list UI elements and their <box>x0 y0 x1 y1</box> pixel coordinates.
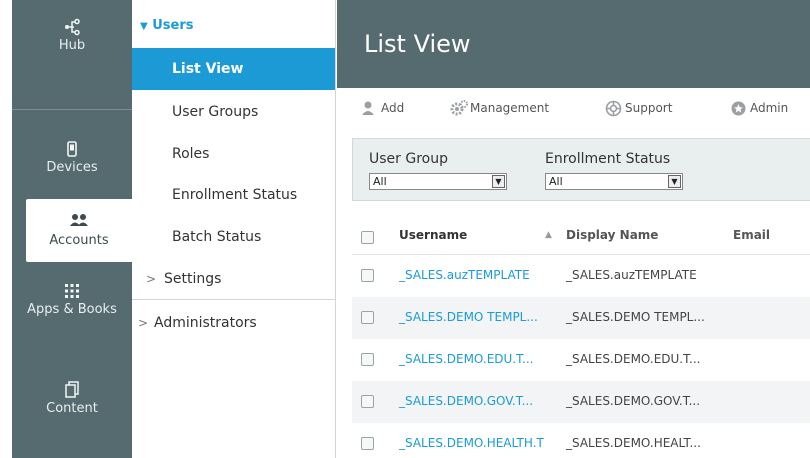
action-toolbar: Add Management Support Admin <box>337 88 810 128</box>
username-link[interactable]: _SALES.auzTEMPLATE <box>399 268 530 282</box>
row-checkbox[interactable] <box>361 311 374 324</box>
nav-hub-label: Hub <box>58 38 86 53</box>
submenu-item-label: Settings <box>164 271 222 287</box>
support-button[interactable]: Support <box>605 98 672 118</box>
users-icon <box>26 213 132 231</box>
nav-apps-books[interactable]: Apps & Books <box>12 283 132 317</box>
nav-hub[interactable]: Hub <box>12 18 132 53</box>
nav-apps-books-label: Apps & Books <box>27 302 117 317</box>
column-header-username[interactable]: Username <box>399 228 467 242</box>
nav-content-label: Content <box>46 401 98 416</box>
admin-button[interactable]: Admin <box>730 98 788 118</box>
dropdown-arrow-icon: ▼ <box>492 175 505 188</box>
chevron-right-icon: > <box>146 272 157 286</box>
add-user-icon <box>361 100 378 117</box>
username-link[interactable]: _SALES.DEMO TEMPL... <box>399 310 538 324</box>
admin-button-label: Admin <box>750 101 789 115</box>
column-header-email[interactable]: Email <box>733 228 770 242</box>
submenu-item-label: Administrators <box>154 315 257 331</box>
enrollment-status-filter-label: Enrollment Status <box>545 151 671 167</box>
nav-devices-label: Devices <box>46 160 98 175</box>
dropdown-arrow-icon: ▼ <box>668 175 681 188</box>
submenu-item-administrators[interactable]: > Administrators <box>132 302 335 344</box>
submenu-section-title: Users <box>152 18 194 33</box>
accounts-submenu: ▼ Users List View User Groups Roles Enro… <box>132 0 336 458</box>
submenu-item-roles[interactable]: Roles <box>132 133 335 175</box>
submenu-item-label: List View <box>172 61 244 77</box>
nav-content[interactable]: Content <box>12 381 132 416</box>
username-link[interactable]: _SALES.DEMO.HEALTH.T <box>399 436 544 450</box>
submenu-item-label: Roles <box>172 146 210 162</box>
chevron-right-icon: > <box>138 316 149 330</box>
sort-ascending-icon[interactable]: ▲ <box>545 230 552 240</box>
management-button-label: Management <box>470 101 550 115</box>
user-group-select-value: All <box>373 175 387 188</box>
page-header: List View <box>337 0 810 88</box>
display-name-cell: _SALES.DEMO TEMPL... <box>566 310 705 324</box>
table-row[interactable]: _SALES.auzTEMPLATE _SALES.auzTEMPLATE <box>352 255 810 297</box>
page-title: List View <box>364 30 471 58</box>
primary-nav-rail: Hub Devices Accounts Apps & Books Conten… <box>12 0 132 458</box>
table-header: Username ▲ Display Name Email <box>352 215 810 255</box>
documents-icon <box>12 381 132 399</box>
submenu-divider <box>132 299 335 300</box>
table-row[interactable]: _SALES.DEMO.EDU.T... _SALES.DEMO.EDU.T..… <box>352 339 810 381</box>
rail-divider <box>12 109 132 110</box>
add-button-label: Add <box>381 101 405 115</box>
username-link[interactable]: _SALES.DEMO.GOV.T... <box>399 394 533 408</box>
submenu-item-label: Enrollment Status <box>172 187 298 203</box>
row-checkbox[interactable] <box>361 269 374 282</box>
nav-accounts-label: Accounts <box>49 233 109 248</box>
hub-icon <box>12 18 132 36</box>
display-name-cell: _SALES.auzTEMPLATE <box>566 268 697 282</box>
gears-icon <box>450 100 468 117</box>
add-button[interactable]: Add <box>361 98 404 118</box>
phone-icon <box>12 140 132 158</box>
display-name-cell: _SALES.DEMO.HEALT... <box>566 436 701 450</box>
admin-badge-icon <box>730 100 747 117</box>
enrollment-status-select[interactable]: All ▼ <box>545 173 683 190</box>
main-content: List View Add Management Support Admin U… <box>337 0 810 458</box>
filter-bar: User Group All ▼ Enrollment Status All ▼ <box>352 138 810 201</box>
user-group-select[interactable]: All ▼ <box>369 173 507 190</box>
nav-devices[interactable]: Devices <box>12 140 132 175</box>
table-row[interactable]: _SALES.DEMO TEMPL... _SALES.DEMO TEMPL..… <box>352 297 810 339</box>
display-name-cell: _SALES.DEMO.EDU.T... <box>566 352 701 366</box>
submenu-item-batch-status[interactable]: Batch Status <box>132 216 335 258</box>
submenu-item-enrollment-status[interactable]: Enrollment Status <box>132 174 335 216</box>
nav-accounts[interactable]: Accounts <box>26 199 132 262</box>
submenu-item-settings[interactable]: > Settings <box>132 258 335 300</box>
submenu-item-user-groups[interactable]: User Groups <box>132 91 335 133</box>
column-header-display-name[interactable]: Display Name <box>566 228 658 242</box>
row-checkbox[interactable] <box>361 353 374 366</box>
enrollment-status-select-value: All <box>549 175 563 188</box>
chevron-down-icon: ▼ <box>140 21 148 32</box>
display-name-cell: _SALES.DEMO.GOV.T... <box>566 394 701 408</box>
submenu-item-list-view[interactable]: List View <box>132 48 335 90</box>
submenu-section-users[interactable]: ▼ Users <box>140 18 194 33</box>
row-checkbox[interactable] <box>361 437 374 450</box>
select-all-checkbox[interactable] <box>361 231 374 244</box>
row-checkbox[interactable] <box>361 395 374 408</box>
management-button[interactable]: Management <box>450 98 549 118</box>
username-link[interactable]: _SALES.DEMO.EDU.T... <box>399 352 533 366</box>
apps-grid-icon <box>12 283 132 301</box>
submenu-item-label: User Groups <box>172 104 259 120</box>
lifebuoy-icon <box>605 100 622 117</box>
table-row[interactable]: _SALES.DEMO.GOV.T... _SALES.DEMO.GOV.T..… <box>352 381 810 423</box>
table-row[interactable]: _SALES.DEMO.HEALTH.T _SALES.DEMO.HEALT..… <box>352 423 810 458</box>
user-group-filter-label: User Group <box>369 151 448 167</box>
submenu-item-label: Batch Status <box>172 229 262 245</box>
support-button-label: Support <box>625 101 673 115</box>
